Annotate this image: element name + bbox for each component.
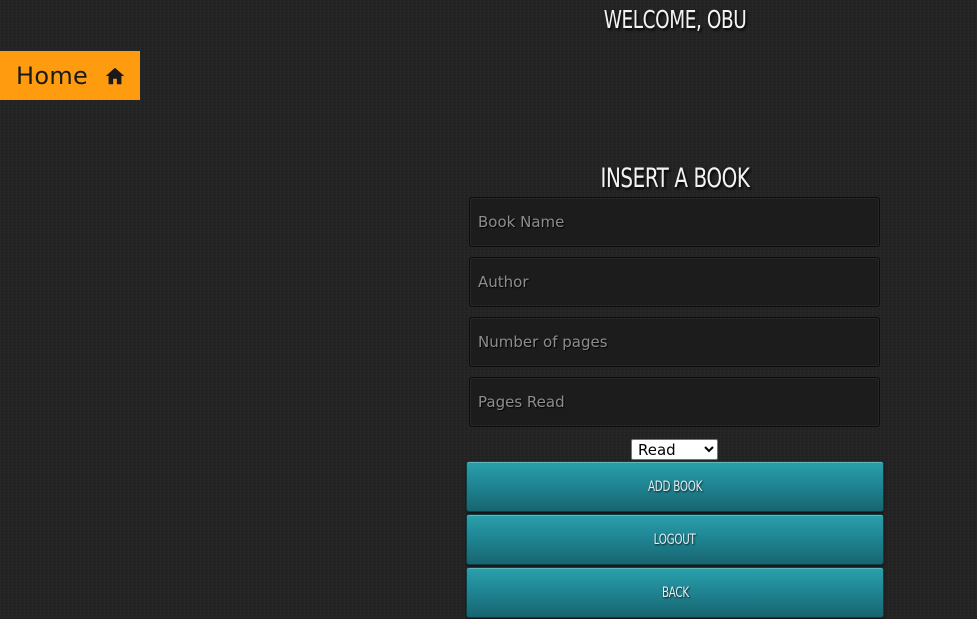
- welcome-title: WELCOME, OBU: [603, 5, 747, 34]
- author-input[interactable]: [469, 257, 880, 307]
- logout-label: LOGOUT: [654, 531, 696, 548]
- add-book-label: ADD BOOK: [647, 478, 703, 495]
- home-label: Home: [16, 61, 89, 90]
- home-button[interactable]: Home: [0, 51, 140, 100]
- logout-button[interactable]: LOGOUT: [466, 514, 884, 565]
- read-status-select[interactable]: Read: [631, 439, 718, 460]
- back-label: BACK: [661, 584, 689, 601]
- book-name-input[interactable]: [469, 197, 880, 247]
- add-book-button[interactable]: ADD BOOK: [466, 461, 884, 512]
- welcome-container: WELCOME, OBU: [466, 4, 884, 36]
- back-button[interactable]: BACK: [466, 567, 884, 618]
- pages-read-input[interactable]: [469, 377, 880, 427]
- home-icon: [105, 67, 125, 84]
- insert-book-title: INSERT A BOOK: [600, 163, 750, 194]
- insert-title-container: INSERT A BOOK: [466, 162, 884, 196]
- number-of-pages-input[interactable]: [469, 317, 880, 367]
